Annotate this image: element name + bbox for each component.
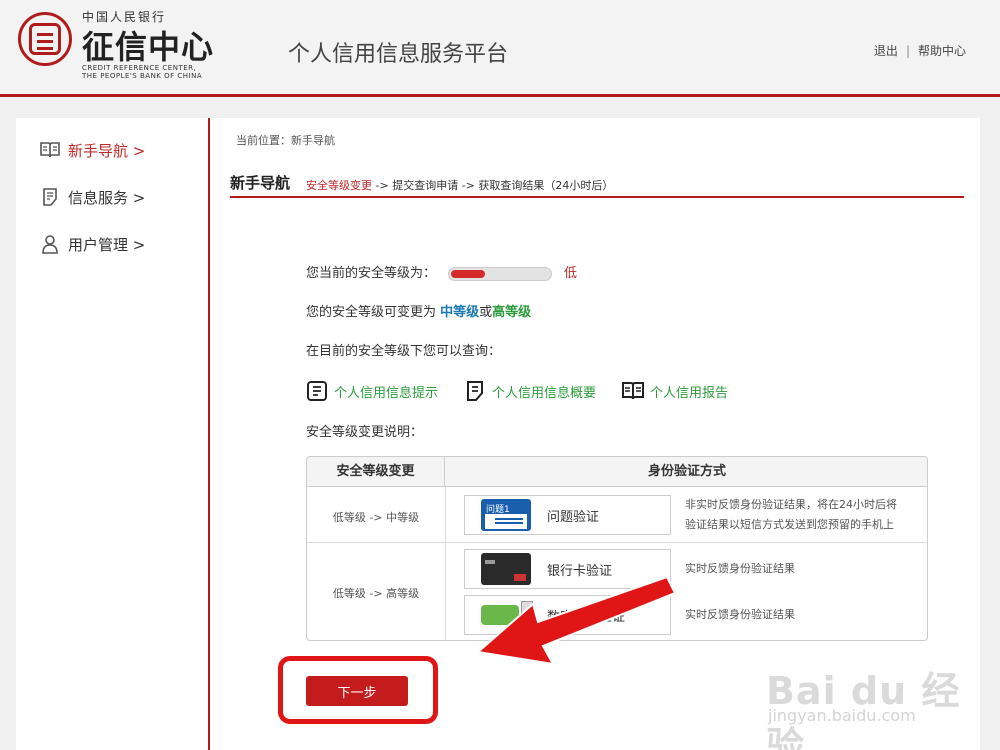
method-bank-card-verification[interactable]: 银行卡验证: [464, 549, 671, 589]
watermark-sub: jingyan.baidu.com: [768, 706, 916, 725]
change-level-row: 您的安全等级可变更为 中等级或高等级: [306, 301, 531, 320]
service-credit-tip[interactable]: 个人信用信息提示: [306, 380, 438, 402]
high-level-text: 高等级: [492, 305, 532, 320]
breadcrumb: 当前位置：新手导航: [236, 134, 335, 147]
baidu-watermark: Bai du 经验 jingyan.baidu.com: [766, 660, 986, 750]
method-question-verification[interactable]: 问题1 问题验证: [464, 495, 671, 535]
service-label: 个人信用信息概要: [492, 385, 597, 401]
document-lines-icon: [307, 381, 327, 401]
explain-label: 安全等级变更说明：: [306, 425, 424, 440]
table-row-divider: [307, 542, 927, 543]
service-links: 个人信用信息提示 个人信用信息概要 个人信用报告: [306, 380, 754, 402]
link-separator: |: [905, 44, 910, 58]
verification-table: 安全等级变更 身份验证方式 低等级 -> 中等级 问题1 问题验证 非实时反馈身…: [306, 456, 928, 641]
logo-english-line2: THE PEOPLE'S BANK OF CHINA: [82, 72, 203, 80]
platform-title: 个人信用信息服务平台: [288, 42, 509, 67]
service-label: 个人信用信息提示: [334, 385, 439, 401]
current-level-value: 低: [564, 266, 578, 281]
sidebar-item-newbie-guide[interactable]: 新手导航 >: [40, 138, 145, 162]
user-icon: [42, 235, 58, 254]
credit-center-seal-icon: [18, 12, 72, 66]
table-header: 安全等级变更 身份验证方式: [307, 457, 927, 487]
current-level-row: 您当前的安全等级为： 低: [306, 262, 577, 281]
query-label: 在目前的安全等级下您可以查询：: [306, 344, 502, 359]
change-prefix: 您的安全等级可变更为: [306, 305, 441, 320]
security-level-bar: [448, 266, 553, 281]
step-flow: 安全等级变更 -> 提交查询申请 -> 获取查询结果（24小时后）: [306, 177, 613, 193]
desc-line: 验证结果以短信方式发送到您预留的手机上: [685, 518, 894, 531]
service-credit-report[interactable]: 个人信用报告: [622, 380, 728, 402]
sidebar-item-label: 新手导航 >: [68, 141, 146, 160]
method-digital-cert-verification[interactable]: 数字证书验证: [464, 595, 671, 635]
row1-level-change: 低等级 -> 中等级: [332, 511, 420, 524]
content-panel: 新手导航 > 信息服务 > 用户管理 > 当前位置：新手导航 新手导航 安全等级…: [16, 118, 980, 750]
main-content: 当前位置：新手导航 新手导航 安全等级变更 -> 提交查询申请 -> 获取查询结…: [230, 118, 970, 750]
watermark-main: Bai du 经验: [766, 669, 961, 750]
sidebar-item-info-service[interactable]: 信息服务 >: [40, 185, 145, 209]
top-links: 退出 | 帮助中心: [874, 42, 966, 59]
service-credit-summary[interactable]: 个人信用信息概要: [464, 380, 596, 402]
desc-line: 非实时反馈身份验证结果，将在24小时后将: [685, 498, 897, 511]
section-header: 新手导航 安全等级变更 -> 提交查询申请 -> 获取查询结果（24小时后）: [230, 174, 964, 198]
book-icon: [622, 382, 645, 400]
header: 中国人民银行 征信中心 CREDIT REFERENCE CENTER, THE…: [0, 0, 1000, 97]
logo-main-text: 征信中心: [82, 28, 215, 66]
method-bank-card-desc: 实时反馈身份验证结果: [685, 562, 795, 575]
current-level-label: 您当前的安全等级为：: [306, 266, 437, 281]
method-label: 银行卡验证: [547, 563, 613, 579]
document-corner-icon: [467, 381, 484, 401]
table-header-level-change: 安全等级变更: [307, 457, 445, 487]
row2-level-change: 低等级 -> 高等级: [332, 587, 420, 600]
document-icon: [43, 188, 57, 206]
sidebar-item-label: 信息服务 >: [68, 188, 146, 207]
help-center-link[interactable]: 帮助中心: [918, 44, 966, 58]
sidebar-item-user-management[interactable]: 用户管理 >: [40, 232, 145, 256]
sidebar-item-label: 用户管理 >: [68, 235, 146, 254]
step-rest: -> 提交查询申请 -> 获取查询结果（24小时后）: [372, 179, 614, 192]
next-step-button[interactable]: 下一步: [306, 676, 408, 706]
service-label: 个人信用报告: [650, 385, 729, 401]
method-question-desc: 非实时反馈身份验证结果，将在24小时后将 验证结果以短信方式发送到您预留的手机上: [685, 495, 925, 535]
method-label: 数字证书验证: [547, 609, 626, 625]
table-header-verification: 身份验证方式: [647, 464, 726, 479]
change-or: 或: [479, 305, 493, 320]
question-card-icon: 问题1: [481, 499, 531, 531]
bank-card-icon: [481, 553, 531, 585]
step-current: 安全等级变更: [306, 179, 373, 192]
sidebar: 新手导航 > 信息服务 > 用户管理 >: [16, 118, 210, 750]
method-label: 问题验证: [547, 509, 600, 525]
book-icon: [40, 142, 60, 158]
table-column-divider: [445, 487, 446, 640]
usb-key-icon: [481, 599, 533, 631]
logo-english-line1: CREDIT REFERENCE CENTER,: [82, 64, 197, 72]
security-level-fill: [451, 269, 485, 278]
section-title: 新手导航: [230, 174, 291, 192]
medium-level-text: 中等级: [440, 305, 480, 320]
method-digital-cert-desc: 实时反馈身份验证结果: [685, 608, 795, 621]
logout-link[interactable]: 退出: [874, 44, 898, 58]
